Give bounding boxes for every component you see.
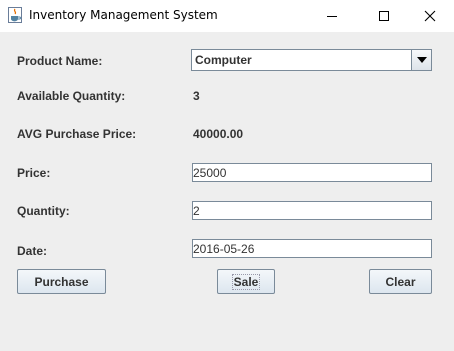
- date-label: Date:: [17, 244, 48, 258]
- purchase-button[interactable]: Purchase: [17, 269, 106, 294]
- quantity-field[interactable]: [192, 201, 432, 220]
- chevron-down-icon[interactable]: [411, 50, 431, 70]
- price-field[interactable]: [192, 163, 432, 182]
- price-label: Price:: [17, 166, 51, 180]
- minimize-button[interactable]: [310, 0, 354, 32]
- date-field[interactable]: [192, 239, 432, 258]
- minimize-icon: [326, 7, 338, 26]
- product-name-dropdown[interactable]: Computer: [191, 49, 432, 71]
- sale-button-label: Sale: [231, 273, 261, 290]
- title-bar: Inventory Management System: [0, 0, 454, 32]
- java-cup-icon: [8, 7, 22, 23]
- close-button[interactable]: [408, 0, 452, 32]
- avg-purchase-price-label: AVG Purchase Price:: [17, 127, 137, 141]
- clear-button-label: Clear: [385, 274, 416, 289]
- purchase-button-label: Purchase: [34, 274, 89, 289]
- product-name-selected: Computer: [195, 53, 252, 67]
- maximize-button[interactable]: [362, 0, 406, 32]
- product-name-label: Product Name:: [17, 54, 103, 68]
- avg-purchase-price-value: 40000.00: [193, 127, 244, 141]
- form-panel: [0, 32, 454, 351]
- maximize-icon: [378, 7, 390, 26]
- window-title: Inventory Management System: [29, 8, 218, 22]
- close-icon: [424, 7, 436, 26]
- quantity-label: Quantity:: [17, 204, 70, 218]
- clear-button[interactable]: Clear: [369, 269, 432, 294]
- available-quantity-value: 3: [193, 89, 200, 103]
- sale-button[interactable]: Sale: [217, 269, 275, 294]
- available-quantity-label: Available Quantity:: [17, 89, 126, 103]
